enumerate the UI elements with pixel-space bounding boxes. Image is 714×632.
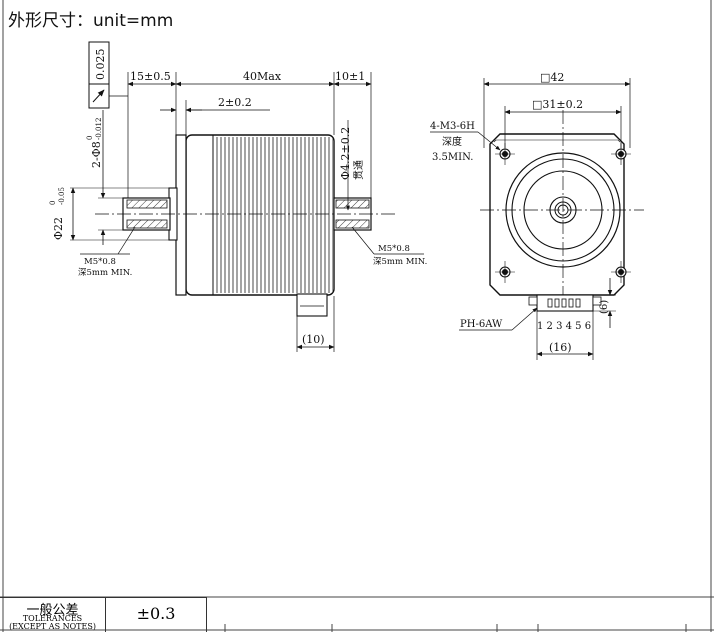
side-view: 15±0.5 40Max 10±1 2±0.2 0.025 2-Φ8 0 -0.… <box>49 41 427 352</box>
front-thread-depth: 深5mm MIN. <box>78 268 132 278</box>
pin-numbers: 1 2 3 4 5 6 <box>537 321 591 332</box>
dim-flange: 2±0.2 <box>218 96 252 109</box>
tolerance-title-block: 一般公差 TOLERANCES (EXCEPT AS NOTES) ±0.3 <box>0 597 207 632</box>
dim-boss-tol-lower: -0.05 <box>58 187 66 205</box>
dim-boss-diameter: Φ22 <box>52 217 65 240</box>
front-thread: M5*0.8 <box>84 257 116 267</box>
mount-depth: 3.5MIN. <box>432 152 473 163</box>
dim-shaft-length: 15±0.5 <box>130 70 171 83</box>
dim-body-length: 40Max <box>243 70 282 83</box>
mount-depth-label: 深度 <box>442 135 462 148</box>
connector-type: PH-6AW <box>460 319 503 330</box>
tolerance-value-general: ±0.3 <box>136 604 176 623</box>
drawing-sheet: 外形尺寸：unit=mm 15±0.5 40Max 10±1 2±0.2 0.0… <box>0 0 714 632</box>
through-label: 贯通 <box>353 160 365 180</box>
dim-hole-pitch: □31±0.2 <box>532 98 583 111</box>
dim-shaft-diameter-tol-lower: -0.012 <box>95 118 103 140</box>
dim-shaft-diameter: 2-Φ8 <box>90 141 103 168</box>
connector-nub <box>296 293 328 317</box>
rear-thread-depth: 深5mm MIN. <box>373 257 427 267</box>
dim-boss-tol-upper: 0 <box>49 201 57 205</box>
tolerance-label-cell: 一般公差 TOLERANCES (EXCEPT AS NOTES) <box>0 598 106 632</box>
rear-thread: M5*0.8 <box>378 244 410 254</box>
motor-fins <box>213 137 333 293</box>
dim-square: □42 <box>540 71 564 84</box>
dim-connector-height: (6) <box>599 300 610 314</box>
tolerance-label-note: (EXCEPT AS NOTES) <box>9 622 96 631</box>
dim-connector-width: (16) <box>549 341 572 354</box>
dim-connector-offset: (10) <box>302 333 325 346</box>
front-view: □42 □31±0.2 4-M3-6H 深度 3.5MIN. 1 2 3 4 5… <box>430 71 644 360</box>
dim-through-hole: Φ4.2±0.2 <box>339 127 352 180</box>
technical-drawing: 15±0.5 40Max 10±1 2±0.2 0.025 2-Φ8 0 -0.… <box>0 0 714 632</box>
tolerance-value: 0.025 <box>94 49 107 81</box>
dim-rear-length: 10±1 <box>335 70 365 83</box>
mount-holes-spec: 4-M3-6H <box>430 121 475 132</box>
dim-shaft-diameter-tol-upper: 0 <box>86 136 94 140</box>
